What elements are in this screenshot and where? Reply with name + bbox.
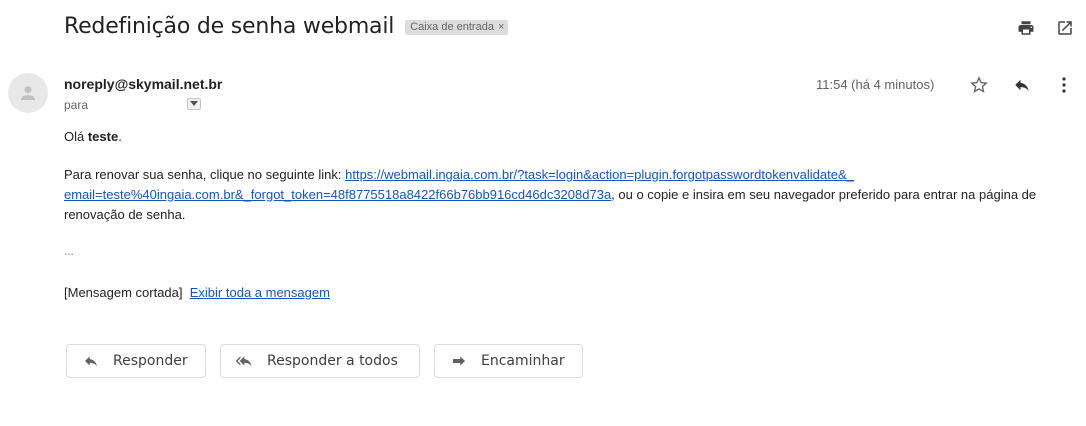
view-entire-message-link[interactable]: Exibir toda a mensagem [190, 285, 330, 300]
greeting-name: teste [87, 129, 119, 144]
recipient-details-dropdown[interactable] [187, 98, 201, 110]
reply-all-button-label: Responder a todos [267, 353, 398, 369]
forward-icon [449, 353, 469, 369]
label-chip-text: Caixa de entrada [410, 21, 494, 33]
reply-all-button[interactable]: Responder a todos [220, 344, 420, 378]
open-new-window-icon[interactable] [1055, 18, 1075, 38]
paragraph-intro: Para renovar sua senha, clique no seguin… [64, 167, 346, 182]
reply-button-label: Responder [113, 353, 188, 369]
message-paragraph: Para renovar sua senha, clique no seguin… [64, 165, 1074, 225]
forward-button[interactable]: Encaminhar [434, 344, 583, 378]
print-icon[interactable] [1016, 18, 1036, 38]
inbox-label-chip[interactable]: Caixa de entrada × [405, 20, 509, 35]
greeting-prefix: Olá [64, 129, 88, 144]
remove-label-button[interactable]: × [498, 21, 504, 33]
subject-row: Redefinição de senha webmail Caixa de en… [64, 14, 509, 39]
more-vert-icon[interactable] [1054, 75, 1074, 95]
recipient-label: para [64, 98, 89, 112]
greeting-suffix: . [118, 129, 122, 144]
star-icon[interactable] [969, 75, 989, 95]
reply-icon [81, 353, 101, 369]
reply-button[interactable]: Responder [66, 344, 206, 378]
forward-button-label: Encaminhar [481, 353, 565, 369]
email-subject: Redefinição de senha webmail [64, 14, 395, 39]
greeting-line: Olá teste. [64, 129, 122, 144]
trimmed-content-ellipsis[interactable]: ... [64, 244, 74, 258]
reply-all-icon [235, 353, 255, 369]
reply-icon[interactable] [1012, 75, 1032, 95]
clipped-label: [Mensagem cortada] [64, 285, 183, 300]
sender-address[interactable]: noreply@skymail.net.br [64, 76, 222, 92]
avatar-person-icon [20, 86, 36, 101]
avatar [8, 73, 48, 113]
dropdown-arrow-icon [190, 101, 198, 106]
message-timestamp: 11:54 (há 4 minutos) [816, 77, 935, 92]
clipped-message-line: [Mensagem cortada] Exibir toda a mensage… [64, 285, 330, 300]
